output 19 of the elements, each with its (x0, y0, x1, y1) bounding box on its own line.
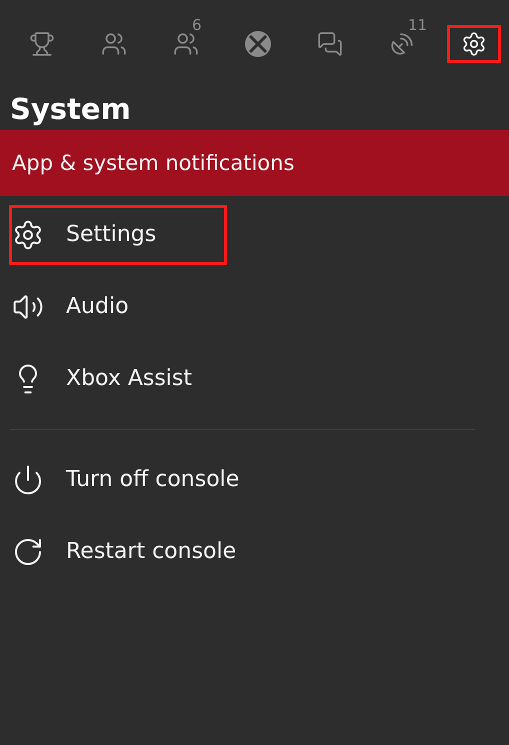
menu-item[interactable]: App & system notifications (0, 130, 509, 196)
menu-item[interactable]: Xbox Assist (0, 346, 509, 412)
count-label: 6 (192, 16, 202, 34)
friends-icon (173, 31, 199, 57)
settings-icon (12, 218, 44, 251)
power-icon (12, 464, 44, 496)
nav-tab[interactable] (444, 22, 504, 66)
menu-title: System (10, 92, 132, 127)
satellite-dish-icon (389, 31, 415, 57)
count-label: 11 (408, 16, 428, 34)
chat-icon (317, 31, 343, 57)
trophy-icon (29, 31, 55, 57)
menu-item[interactable]: Settings (6, 202, 230, 268)
menu-item[interactable]: Audio (0, 274, 509, 340)
menu-item[interactable]: Turn off console (0, 446, 509, 513)
settings-icon (461, 31, 487, 57)
menu-item[interactable]: Restart console (0, 518, 509, 585)
people-icon (101, 31, 127, 57)
xbox-logo-icon (244, 30, 272, 58)
